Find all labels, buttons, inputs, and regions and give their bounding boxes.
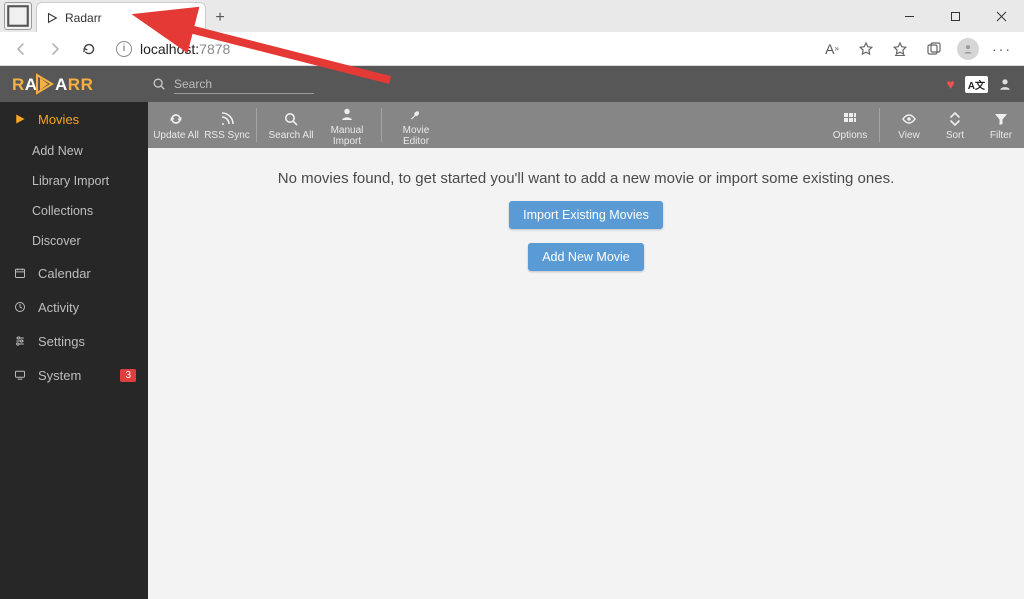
sidebar: Movies Add New Library Import Collection… xyxy=(0,102,148,599)
main-panel: Update All RSS Sync Search All xyxy=(148,102,1024,599)
browser-addressbar: i localhost:7878 A» ··· xyxy=(0,32,1024,66)
favorites-icon[interactable] xyxy=(854,37,878,61)
toolbar-separator xyxy=(879,108,880,142)
sidebar-item-add-new[interactable]: Add New xyxy=(0,136,148,166)
person-icon xyxy=(339,106,355,122)
window-controls xyxy=(886,0,1024,32)
sidebar-item-settings[interactable]: Settings xyxy=(0,324,148,358)
calendar-icon xyxy=(14,267,28,279)
new-tab-button[interactable]: + xyxy=(206,4,234,32)
sidebar-item-discover[interactable]: Discover xyxy=(0,226,148,256)
grid-icon xyxy=(842,111,858,127)
app-header: RA ARR ♥ A文 xyxy=(0,66,1024,102)
donate-heart-icon[interactable]: ♥ xyxy=(946,76,954,92)
nav-back-button[interactable] xyxy=(6,35,36,63)
nav-refresh-button[interactable] xyxy=(74,35,104,63)
sort-icon xyxy=(947,111,963,127)
browser-titlebar: Radarr × + xyxy=(0,0,1024,32)
favorites-bar-icon[interactable] xyxy=(888,37,912,61)
toolbar-separator xyxy=(381,108,382,142)
sidebar-item-label: Activity xyxy=(38,300,79,315)
toolbar-view[interactable]: View xyxy=(886,102,932,148)
content-area: No movies found, to get started you'll w… xyxy=(148,148,1024,599)
tab-favicon-play-icon xyxy=(45,11,59,25)
toolbar-manual-import[interactable]: ManualImport xyxy=(319,102,375,148)
radarr-app: RA ARR ♥ A文 xyxy=(0,66,1024,599)
toolbar-options[interactable]: Options xyxy=(827,102,873,148)
sidebar-item-collections[interactable]: Collections xyxy=(0,196,148,226)
toolbar-rss-sync[interactable]: RSS Sync xyxy=(204,102,250,148)
play-icon xyxy=(14,113,28,125)
monitor-icon xyxy=(14,369,28,381)
sidebar-item-activity[interactable]: Activity xyxy=(0,290,148,324)
url-field[interactable]: i localhost:7878 xyxy=(108,35,816,63)
search-input[interactable] xyxy=(174,75,314,94)
profile-avatar[interactable] xyxy=(956,37,980,61)
toolbar-filter[interactable]: Filter xyxy=(978,102,1024,148)
nav-forward-button[interactable] xyxy=(40,35,70,63)
rss-icon xyxy=(219,111,235,127)
close-icon[interactable]: × xyxy=(185,10,197,26)
language-badge[interactable]: A文 xyxy=(965,76,988,93)
toolbar-sort[interactable]: Sort xyxy=(932,102,978,148)
browser-tab[interactable]: Radarr × xyxy=(36,2,206,32)
sidebar-item-label: Settings xyxy=(38,334,85,349)
url-text: localhost:7878 xyxy=(140,41,230,57)
search-icon xyxy=(283,111,299,127)
radarr-logo[interactable]: RA ARR xyxy=(0,66,148,102)
add-new-movie-button[interactable]: Add New Movie xyxy=(528,243,644,271)
site-info-icon[interactable]: i xyxy=(116,41,132,57)
toolbar-search-all[interactable]: Search All xyxy=(263,102,319,148)
wrench-icon xyxy=(408,106,424,122)
user-icon[interactable] xyxy=(998,77,1012,91)
tab-actions-icon[interactable] xyxy=(4,2,32,30)
toolbar: Update All RSS Sync Search All xyxy=(148,102,1024,148)
window-maximize-button[interactable] xyxy=(932,0,978,32)
filter-icon xyxy=(993,111,1009,127)
read-aloud-icon[interactable]: A» xyxy=(820,37,844,61)
sidebar-item-label: Movies xyxy=(38,112,79,127)
sidebar-item-calendar[interactable]: Calendar xyxy=(0,256,148,290)
eye-icon xyxy=(901,111,917,127)
svg-text:ARR: ARR xyxy=(55,75,93,94)
toolbar-movie-editor[interactable]: MovieEditor xyxy=(388,102,444,148)
empty-message: No movies found, to get started you'll w… xyxy=(278,170,895,187)
refresh-icon xyxy=(168,111,184,127)
sidebar-item-library-import[interactable]: Library Import xyxy=(0,166,148,196)
tab-title: Radarr xyxy=(65,11,179,25)
svg-text:RA: RA xyxy=(12,75,38,94)
search-icon xyxy=(152,77,166,91)
system-badge: 3 xyxy=(120,369,136,382)
clock-icon xyxy=(14,301,28,313)
collections-icon[interactable] xyxy=(922,37,946,61)
sidebar-item-movies[interactable]: Movies xyxy=(0,102,148,136)
sliders-icon xyxy=(14,335,28,347)
import-existing-button[interactable]: Import Existing Movies xyxy=(509,201,663,229)
sidebar-item-label: System xyxy=(38,368,81,383)
toolbar-update-all[interactable]: Update All xyxy=(148,102,204,148)
browser-menu-button[interactable]: ··· xyxy=(990,37,1014,61)
window-minimize-button[interactable] xyxy=(886,0,932,32)
sidebar-item-label: Calendar xyxy=(38,266,91,281)
sidebar-item-system[interactable]: System 3 xyxy=(0,358,148,392)
window-close-button[interactable] xyxy=(978,0,1024,32)
toolbar-separator xyxy=(256,108,257,142)
